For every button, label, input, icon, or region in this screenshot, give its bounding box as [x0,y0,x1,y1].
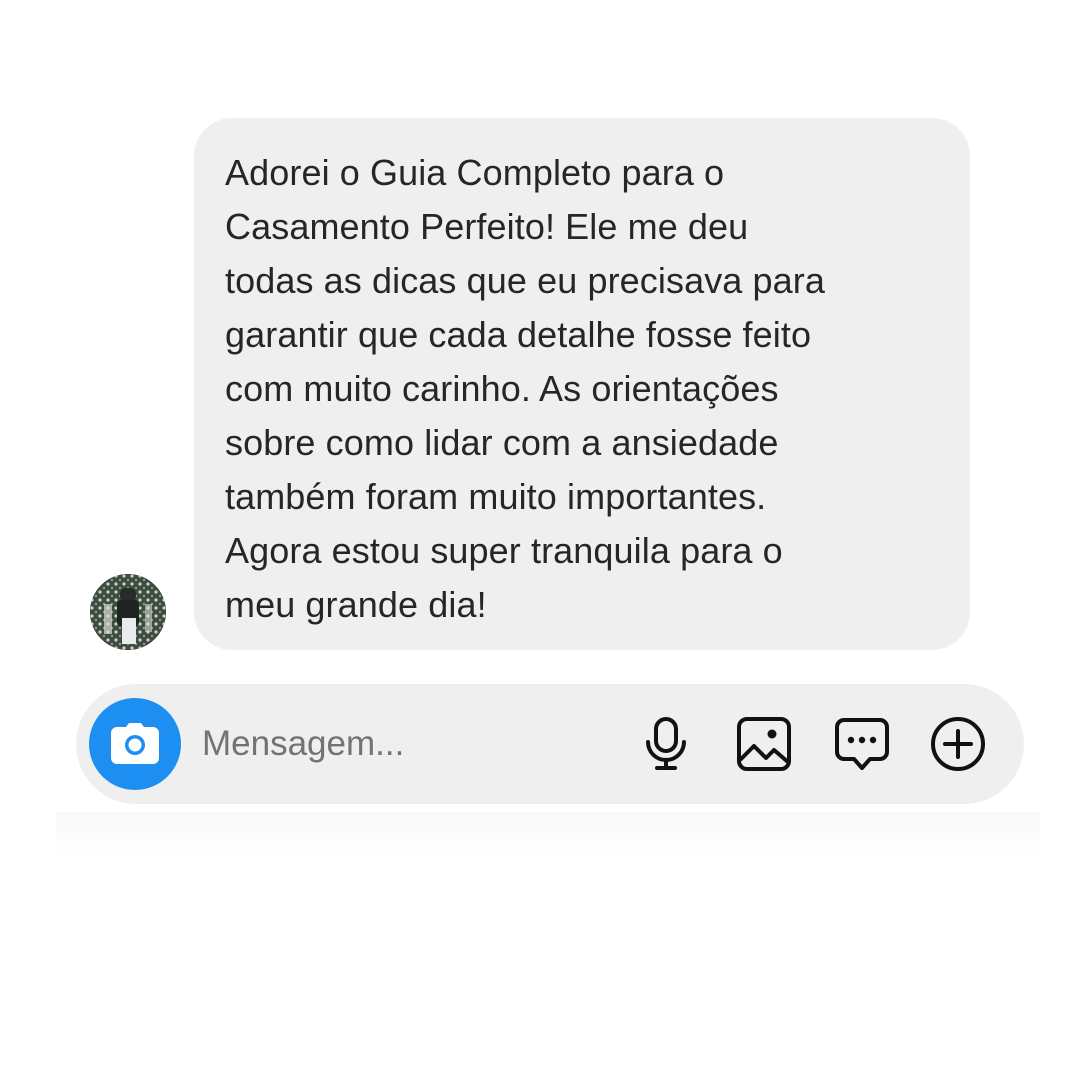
image-icon [737,717,791,771]
composer-shadow [56,812,1040,856]
message-line: garantir que cada detalhe fosse feito [225,314,812,355]
message-line: todas as dicas que eu precisava para [225,260,825,301]
gallery-button[interactable] [734,714,794,774]
message-bubble[interactable]: Adorei o Guia Completo para o Casamento … [194,118,970,650]
message-line: também foram muito importantes. [225,476,767,517]
message-line: Agora estou super tranquila para o [225,530,783,571]
message-line: Casamento Perfeito! Ele me deu [225,206,749,247]
more-button[interactable] [928,714,988,774]
sticker-icon [835,718,889,770]
microphone-icon [646,717,686,770]
message-line: meu grande dia! [225,584,487,625]
message-input[interactable]: Mensagem... [202,722,404,766]
chat-screen: Adorei o Guia Completo para o Casamento … [0,0,1080,1080]
message-line: Adorei o Guia Completo para o [225,152,725,193]
message-line: com muito carinho. As orientações [225,368,779,409]
camera-icon [111,723,159,764]
avatar[interactable] [90,574,166,650]
camera-button[interactable] [89,698,181,790]
plus-icon [931,717,985,771]
sticker-button[interactable] [832,714,892,774]
message-composer: Mensagem... [76,684,1024,804]
message-line: sobre como lidar com a ansiedade [225,422,779,463]
voice-button[interactable] [636,714,696,774]
